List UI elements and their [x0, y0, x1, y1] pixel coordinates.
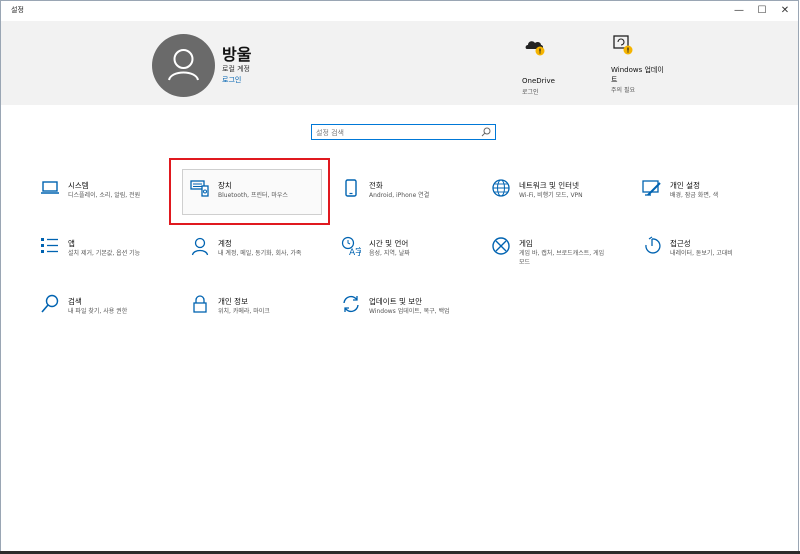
- tile-update-security[interactable]: 업데이트 및 보안 Windows 업데이트, 복구, 백업: [341, 294, 471, 324]
- account-header: 방울 로컬 계정 로그인 OneDrive 로그인 Windows 업데이 트: [1, 21, 798, 105]
- settings-window: 설정 — ☐ ✕ 방울 로컬 계정 로그인 OneDrive 로그인 Windo…: [0, 0, 799, 553]
- tile-apps[interactable]: 앱 설치 제거, 기본값, 옵션 기능: [40, 236, 165, 266]
- search-icon: [41, 294, 59, 313]
- update-warning-icon: [613, 35, 633, 55]
- tile-update-desc: Windows 업데이트, 복구, 백업: [369, 308, 450, 315]
- tile-search[interactable]: 검색 내 파일 찾기, 사용 권한: [40, 294, 165, 324]
- xbox-icon: [492, 237, 510, 255]
- phone-icon: [345, 179, 357, 197]
- window-title: 설정: [11, 6, 24, 14]
- tile-apps-title: 앱: [68, 239, 75, 248]
- tile-time-desc: 음성, 지역, 날짜: [369, 250, 410, 257]
- tile-accounts[interactable]: 계정 내 계정, 메일, 동기화, 회사, 가족: [190, 236, 315, 266]
- tile-system-title: 시스템: [68, 181, 89, 190]
- laptop-icon: [41, 181, 59, 194]
- tile-time-language[interactable]: A字 시간 및 언어 음성, 지역, 날짜: [341, 236, 471, 266]
- tile-accounts-desc: 내 계정, 메일, 동기화, 회사, 가족: [218, 250, 302, 257]
- tile-network-desc: Wi-Fi, 비행기 모드, VPN: [519, 192, 583, 199]
- tile-personalization[interactable]: 개인 설정 배경, 잠금 화면, 색: [642, 178, 767, 208]
- tile-ease-desc: 내레이터, 돋보기, 고대비: [670, 250, 733, 257]
- tile-system[interactable]: 시스템 디스플레이, 소리, 알림, 전원: [40, 178, 165, 208]
- onedrive-status[interactable]: OneDrive 로그인: [522, 33, 582, 96]
- update-sub: 주의 필요: [611, 87, 635, 94]
- sync-icon: [343, 295, 359, 313]
- tile-update-title: 업데이트 및 보안: [369, 297, 423, 306]
- tile-gaming[interactable]: 게임 게임 바, 캡처, 브로드캐스트, 게임 모드: [491, 236, 616, 268]
- tile-gaming-title: 게임: [519, 239, 533, 248]
- onedrive-label: OneDrive: [522, 77, 555, 85]
- search-icon[interactable]: [481, 127, 491, 137]
- search-box[interactable]: 설정 검색: [311, 124, 496, 140]
- tile-network[interactable]: 네트워크 및 인터넷 Wi-Fi, 비행기 모드, VPN: [491, 178, 621, 208]
- onedrive-sub: 로그인: [522, 89, 539, 96]
- tile-gaming-desc: 게임 바, 캡처, 브로드캐스트, 게임 모드: [519, 250, 605, 266]
- tile-phone[interactable]: 전화 Android, iPhone 연결: [341, 178, 471, 208]
- tile-search-title: 검색: [68, 297, 82, 306]
- avatar[interactable]: [152, 34, 215, 97]
- tile-system-desc: 디스플레이, 소리, 알림, 전원: [68, 192, 141, 199]
- tile-personalization-desc: 배경, 잠금 화면, 색: [670, 192, 719, 199]
- onedrive-cloud-icon: [525, 41, 545, 56]
- person-icon: [168, 49, 199, 81]
- svg-text:A字: A字: [349, 246, 361, 256]
- windows-update-status[interactable]: Windows 업데이 트 주의 필요: [611, 33, 681, 97]
- update-label-line2: 트: [611, 76, 618, 84]
- tile-apps-desc: 설치 제거, 기본값, 옵션 기능: [68, 250, 141, 257]
- update-label-line1: Windows 업데이: [611, 66, 664, 74]
- tile-phone-desc: Android, iPhone 연결: [369, 192, 430, 199]
- tile-accounts-title: 계정: [218, 239, 232, 248]
- apps-list-icon: [41, 238, 58, 253]
- time-language-icon: A字: [341, 236, 361, 256]
- account-type: 로컬 계정: [222, 65, 250, 73]
- tile-phone-title: 전화: [369, 181, 383, 190]
- close-button[interactable]: ✕: [774, 3, 796, 18]
- tile-ease-of-access[interactable]: 접근성 내레이터, 돋보기, 고대비: [642, 236, 767, 266]
- devices-highlight-box: [169, 158, 330, 225]
- maximize-button[interactable]: ☐: [751, 3, 773, 18]
- tile-ease-title: 접근성: [670, 239, 691, 248]
- tile-personalization-title: 개인 설정: [670, 181, 700, 190]
- search-input[interactable]: 설정 검색: [316, 128, 344, 138]
- accessibility-icon: [645, 236, 661, 254]
- tile-privacy-title: 개인 정보: [218, 297, 248, 306]
- minimize-button[interactable]: —: [728, 3, 750, 18]
- tile-time-title: 시간 및 언어: [369, 239, 409, 248]
- personalization-icon: [642, 180, 661, 196]
- person-icon: [191, 237, 209, 256]
- tile-network-title: 네트워크 및 인터넷: [519, 181, 579, 190]
- signin-link[interactable]: 로그인: [222, 75, 241, 85]
- tile-privacy-desc: 위치, 카메라, 마이크: [218, 308, 270, 315]
- globe-icon: [492, 179, 510, 197]
- title-bar: 설정 — ☐ ✕: [1, 1, 798, 21]
- tile-privacy[interactable]: 개인 정보 위치, 카메라, 마이크: [190, 294, 315, 324]
- user-name: 방울: [222, 45, 252, 64]
- lock-icon: [193, 295, 207, 313]
- tile-search-desc: 내 파일 찾기, 사용 권한: [68, 308, 128, 315]
